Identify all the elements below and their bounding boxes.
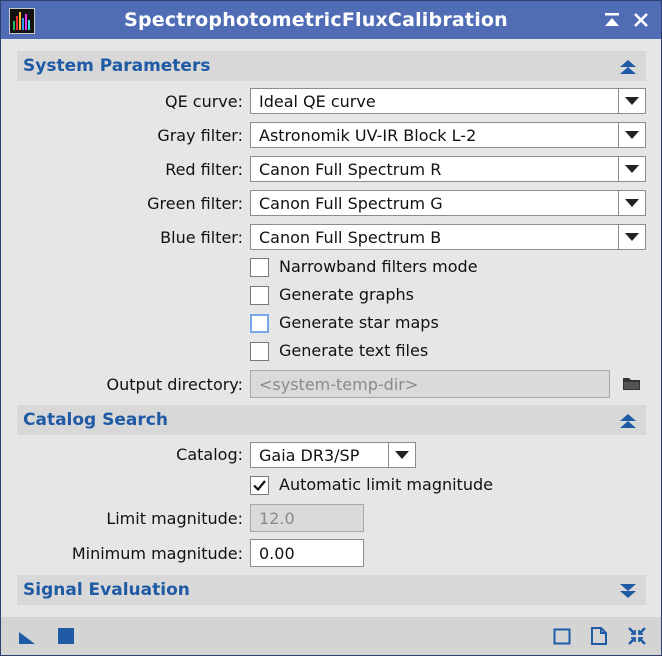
generate-text-files-checkbox[interactable] xyxy=(250,342,269,361)
folder-icon[interactable] xyxy=(622,375,642,393)
execute-icon[interactable] xyxy=(56,626,76,646)
dialog-window: SpectrophotometricFluxCalibration System… xyxy=(0,0,662,656)
limit-magnitude-label: Limit magnitude: xyxy=(106,509,243,528)
minimum-magnitude-input[interactable]: 0.00 xyxy=(250,539,364,567)
red-filter-label: Red filter: xyxy=(165,160,243,179)
control-bar xyxy=(1,617,661,655)
generate-text-files-label: Generate text files xyxy=(279,341,429,360)
green-filter-combo[interactable]: Canon Full Spectrum G xyxy=(250,190,646,216)
chevron-down-icon xyxy=(618,157,645,181)
blue-filter-label: Blue filter: xyxy=(160,228,243,247)
generate-graphs-checkbox[interactable] xyxy=(250,286,269,305)
auto-limit-option: Automatic limit magnitude xyxy=(250,475,550,497)
qe-curve-value: Ideal QE curve xyxy=(259,92,376,111)
window-title: SpectrophotometricFluxCalibration xyxy=(124,9,508,31)
catalog-value: Gaia DR3/SP xyxy=(259,446,360,465)
qe-curve-combo[interactable]: Ideal QE curve xyxy=(250,88,646,114)
collapse-icon[interactable] xyxy=(618,57,638,77)
star-maps-option: Generate star maps xyxy=(250,313,550,335)
reset-icon[interactable] xyxy=(627,626,647,646)
output-directory-input[interactable]: <system-temp-dir> xyxy=(250,370,610,398)
chevron-down-icon xyxy=(388,443,415,467)
output-directory-label: Output directory: xyxy=(106,375,243,394)
chevron-down-icon xyxy=(618,225,645,249)
limit-magnitude-input[interactable]: 12.0 xyxy=(250,504,364,532)
title-bar[interactable]: SpectrophotometricFluxCalibration xyxy=(1,1,661,39)
gray-filter-value: Astronomik UV-IR Block L-2 xyxy=(259,126,477,145)
red-filter-combo[interactable]: Canon Full Spectrum R xyxy=(250,156,646,182)
limit-magnitude-value: 12.0 xyxy=(259,509,295,528)
minimum-magnitude-label: Minimum magnitude: xyxy=(71,544,243,563)
text-files-option: Generate text files xyxy=(250,341,550,363)
section-title: Signal Evaluation xyxy=(23,580,190,600)
auto-limit-label: Automatic limit magnitude xyxy=(279,475,493,494)
section-title: System Parameters xyxy=(23,56,211,76)
output-directory-placeholder: <system-temp-dir> xyxy=(259,375,419,394)
generate-graphs-label: Generate graphs xyxy=(279,285,414,304)
section-title: Catalog Search xyxy=(23,410,168,430)
red-filter-value: Canon Full Spectrum R xyxy=(259,160,442,179)
catalog-label: Catalog: xyxy=(176,445,243,464)
browse-documentation-icon[interactable] xyxy=(552,626,572,646)
auto-limit-checkbox[interactable] xyxy=(250,476,269,495)
narrowband-label: Narrowband filters mode xyxy=(279,257,478,276)
narrowband-option: Narrowband filters mode xyxy=(250,257,550,279)
gray-filter-combo[interactable]: Astronomik UV-IR Block L-2 xyxy=(250,122,646,148)
checkmark-icon xyxy=(253,480,266,492)
section-signal-evaluation[interactable]: Signal Evaluation xyxy=(17,575,646,605)
expand-icon[interactable] xyxy=(618,581,638,601)
narrowband-checkbox[interactable] xyxy=(250,258,269,277)
qe-curve-label: QE curve: xyxy=(164,92,243,111)
blue-filter-value: Canon Full Spectrum B xyxy=(259,228,442,247)
dialog-body: System Parameters QE curve: Ideal QE cur… xyxy=(1,39,661,617)
close-icon[interactable] xyxy=(631,10,651,30)
generate-star-maps-checkbox[interactable] xyxy=(250,314,269,333)
chevron-down-icon xyxy=(618,123,645,147)
graphs-option: Generate graphs xyxy=(250,285,550,307)
section-system-parameters[interactable]: System Parameters xyxy=(17,51,646,81)
gray-filter-label: Gray filter: xyxy=(157,126,243,145)
green-filter-label: Green filter: xyxy=(147,194,243,213)
chevron-down-icon xyxy=(618,191,645,215)
generate-star-maps-label: Generate star maps xyxy=(279,313,439,332)
chevron-down-icon xyxy=(618,89,645,113)
app-icon xyxy=(9,8,35,34)
green-filter-value: Canon Full Spectrum G xyxy=(259,194,443,213)
document-icon[interactable] xyxy=(589,626,609,646)
minimum-magnitude-value: 0.00 xyxy=(259,544,295,563)
collapse-icon[interactable] xyxy=(618,411,638,431)
new-instance-icon[interactable] xyxy=(17,626,37,646)
section-catalog-search[interactable]: Catalog Search xyxy=(17,405,646,435)
shade-icon[interactable] xyxy=(602,10,622,30)
blue-filter-combo[interactable]: Canon Full Spectrum B xyxy=(250,224,646,250)
catalog-combo[interactable]: Gaia DR3/SP xyxy=(250,442,416,468)
